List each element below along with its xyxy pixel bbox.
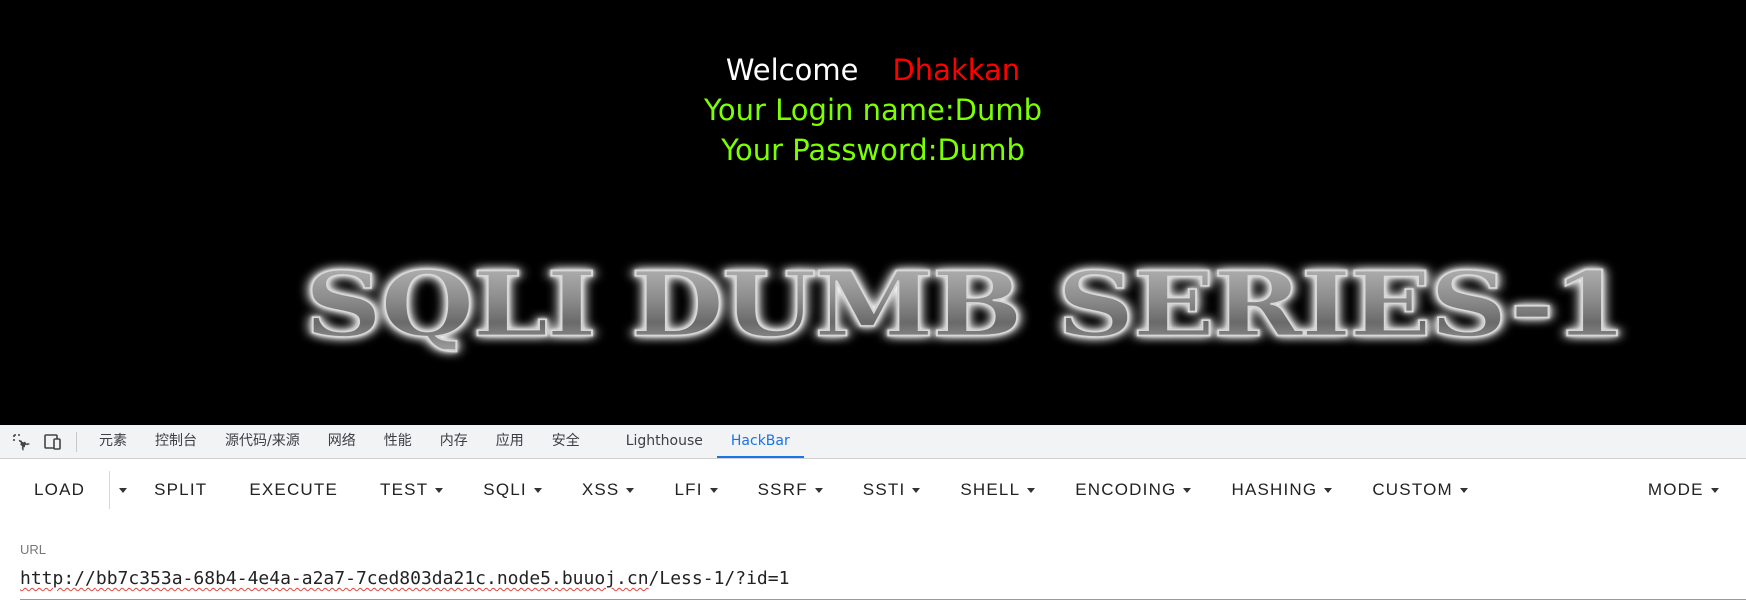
test-label: TEST — [380, 480, 429, 499]
ssti-menu-button[interactable]: SSTI — [863, 467, 921, 513]
url-scheme: http:// — [20, 568, 96, 589]
shell-label: SHELL — [960, 480, 1021, 499]
password-text: Your Password:Dumb — [721, 133, 1025, 167]
url-host: bb7c353a-68b4-4e4a-a2a7-7ced803da21c.nod… — [95, 568, 649, 589]
sqli-menu-button[interactable]: SQLI — [483, 467, 542, 513]
login-name-text: Your Login name:Dumb — [704, 93, 1042, 127]
tab-elements[interactable]: 元素 — [85, 425, 141, 458]
tab-performance[interactable]: 性能 — [370, 425, 426, 458]
split-label: SPLIT — [154, 480, 208, 499]
inspect-element-icon[interactable] — [10, 431, 32, 453]
lfi-menu-button[interactable]: LFI — [674, 467, 718, 513]
hashing-label: HASHING — [1231, 480, 1318, 499]
chevron-down-icon — [912, 487, 921, 493]
mode-label: MODE — [1647, 480, 1704, 499]
test-menu-button[interactable]: TEST — [380, 467, 444, 513]
shell-menu-button[interactable]: SHELL — [960, 467, 1036, 513]
hackbar-panel: LOAD SPLIT EXECUTE TEST SQLI XSS LFI SSR… — [0, 459, 1746, 616]
chevron-down-icon — [1027, 487, 1036, 493]
encoding-menu-button[interactable]: ENCODING — [1075, 467, 1192, 513]
series-banner: SQLI DUMB SERIES-1 — [303, 240, 1628, 370]
load-divider — [109, 471, 111, 509]
url-input[interactable]: http://bb7c353a-68b4-4e4a-a2a7-7ced803da… — [20, 568, 789, 589]
ssrf-menu-button[interactable]: SSRF — [758, 467, 823, 513]
username-display: Dhakkan — [892, 53, 1021, 87]
xss-label: XSS — [581, 480, 620, 499]
chevron-down-icon — [1324, 487, 1333, 493]
tab-memory[interactable]: 内存 — [426, 425, 482, 458]
tab-security[interactable]: 安全 — [538, 425, 594, 458]
ssrf-label: SSRF — [757, 480, 808, 499]
chevron-down-icon — [1459, 487, 1468, 493]
load-button-group: LOAD — [34, 467, 130, 513]
toolbar-divider — [76, 431, 77, 452]
split-button[interactable]: SPLIT — [154, 467, 207, 513]
chevron-down-icon — [709, 487, 718, 493]
load-button[interactable]: LOAD — [34, 467, 85, 513]
custom-menu-button[interactable]: CUSTOM — [1372, 467, 1468, 513]
load-options-button[interactable] — [116, 475, 130, 505]
chevron-down-icon — [814, 487, 823, 493]
execute-button[interactable]: EXECUTE — [249, 467, 338, 513]
mode-menu-button[interactable]: MODE — [1648, 467, 1719, 513]
hackbar-toolbar: LOAD SPLIT EXECUTE TEST SQLI XSS LFI SSR… — [0, 467, 1746, 513]
execute-label: EXECUTE — [249, 480, 339, 499]
chevron-down-icon — [119, 487, 128, 493]
lfi-label: LFI — [674, 480, 703, 499]
url-label: URL — [20, 542, 47, 557]
tab-hackbar[interactable]: HackBar — [716, 425, 804, 458]
chevron-down-icon — [1710, 487, 1719, 493]
url-input-underline — [20, 599, 1746, 600]
xss-menu-button[interactable]: XSS — [582, 467, 635, 513]
hashing-menu-button[interactable]: HASHING — [1231, 467, 1333, 513]
banner-title: SQLI DUMB SERIES-1 — [303, 253, 1628, 357]
encoding-label: ENCODING — [1075, 480, 1177, 499]
welcome-line: Welcome Dhakkan — [0, 52, 1746, 88]
chevron-down-icon — [1183, 487, 1192, 493]
chevron-down-icon — [533, 487, 542, 493]
web-page-content: Welcome Dhakkan Your Login name:Dumb Your… — [0, 0, 1746, 425]
tab-network[interactable]: 网络 — [314, 425, 370, 458]
chevron-down-icon — [435, 487, 444, 493]
device-toolbar-icon[interactable] — [42, 431, 64, 453]
url-path: /Less-1/?id=1 — [648, 568, 790, 589]
devtools-tab-bar: 元素 控制台 源代码/来源 网络 性能 内存 应用 安全 Lighthouse … — [0, 425, 1746, 459]
custom-label: CUSTOM — [1372, 480, 1453, 499]
browser-window: Welcome Dhakkan Your Login name:Dumb Your… — [0, 0, 1746, 616]
sqli-label: SQLI — [483, 480, 527, 499]
tab-console[interactable]: 控制台 — [141, 425, 211, 458]
chevron-down-icon — [626, 487, 635, 493]
tab-application[interactable]: 应用 — [482, 425, 538, 458]
welcome-text: Welcome — [725, 53, 859, 87]
tab-sources[interactable]: 源代码/来源 — [211, 425, 314, 458]
ssti-label: SSTI — [862, 480, 906, 499]
tab-lighthouse[interactable]: Lighthouse — [612, 425, 717, 458]
